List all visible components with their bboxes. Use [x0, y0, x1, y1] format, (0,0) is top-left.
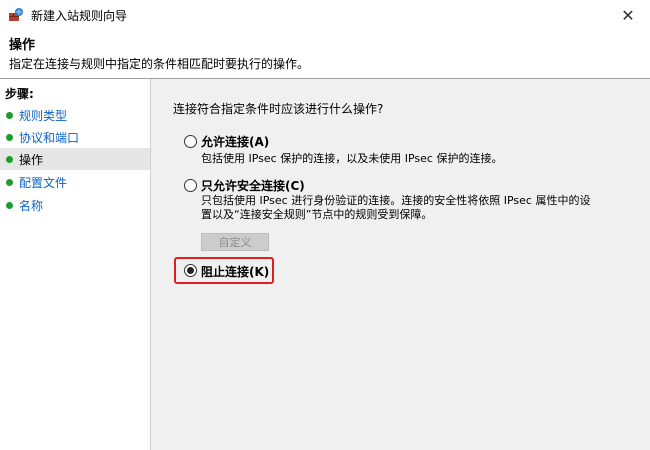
page-title: 操作	[9, 38, 36, 53]
steps-sidebar: 步骤: 规则类型 协议和端口 操作 配置文件 名称	[0, 79, 151, 450]
step-label: 协议和端口	[19, 130, 80, 145]
allow-secure-label[interactable]: 只允许安全连接(C)	[201, 177, 305, 194]
page-description: 指定在连接与规则中指定的条件相匹配时要执行的操作。	[9, 57, 310, 71]
window-title: 新建入站规则向导	[31, 9, 128, 23]
step-action[interactable]: 操作	[0, 148, 150, 170]
step-dot-icon	[6, 178, 13, 186]
allow-connection-desc: 包括使用 IPsec 保护的连接，以及未使用 IPsec 保护的连接。	[201, 152, 503, 165]
close-button[interactable]: ✕	[606, 0, 650, 30]
action-question: 连接符合指定条件时应该进行什么操作?	[173, 102, 384, 116]
allow-secure-desc: 只包括使用 IPsec 进行身份验证的连接。连接的安全性将依照 IPsec 属性…	[201, 194, 591, 221]
wizard-header: 操作 指定在连接与规则中指定的条件相匹配时要执行的操作。	[0, 30, 650, 78]
step-dot-icon	[6, 111, 13, 119]
step-label: 规则类型	[19, 108, 68, 123]
step-name[interactable]: 名称	[0, 194, 150, 216]
block-connection-radio[interactable]	[184, 264, 197, 277]
steps-label: 步骤:	[5, 87, 34, 101]
allow-connection-radio[interactable]	[184, 135, 197, 148]
allow-connection-label[interactable]: 允许连接(A)	[201, 133, 269, 150]
title-bar: 新建入站规则向导 ✕	[0, 0, 650, 30]
block-connection-label[interactable]: 阻止连接(K)	[201, 263, 269, 280]
allow-secure-radio[interactable]	[184, 179, 197, 192]
step-dot-icon	[6, 201, 13, 209]
step-label: 名称	[19, 198, 44, 213]
firewall-app-icon	[9, 8, 23, 21]
customize-button[interactable]: 自定义	[201, 233, 269, 251]
step-profile[interactable]: 配置文件	[0, 171, 150, 193]
step-label: 配置文件	[19, 175, 68, 190]
step-dot-icon	[6, 155, 13, 163]
step-protocol-ports[interactable]: 协议和端口	[0, 126, 150, 148]
step-rule-type[interactable]: 规则类型	[0, 104, 150, 126]
step-label: 操作	[19, 152, 44, 167]
content-panel: 连接符合指定条件时应该进行什么操作? 允许连接(A) 包括使用 IPsec 保护…	[151, 79, 650, 450]
close-icon: ✕	[621, 5, 635, 25]
step-dot-icon	[6, 133, 13, 141]
